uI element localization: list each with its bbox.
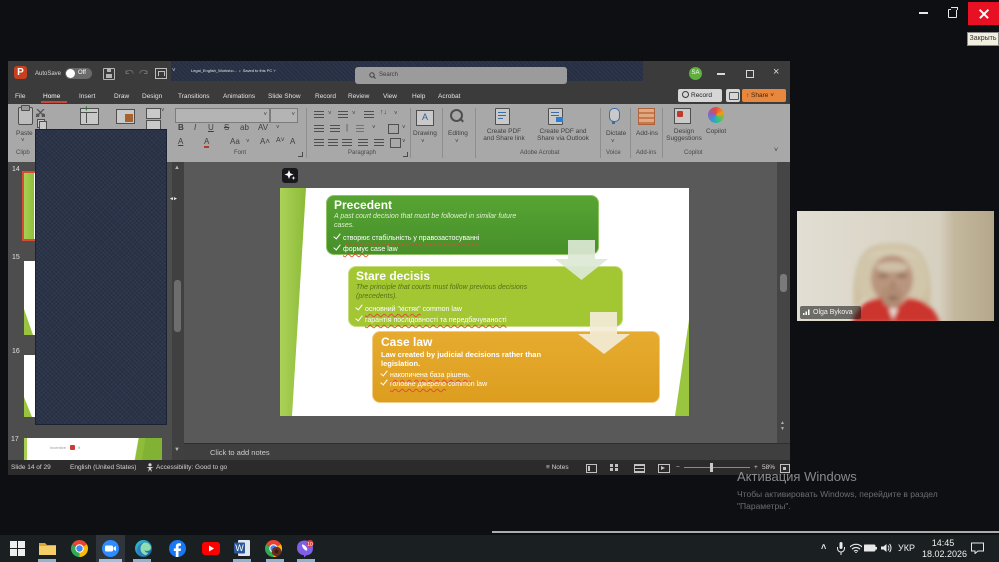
svg-text:10: 10 xyxy=(307,542,313,548)
svg-text:W: W xyxy=(235,543,244,553)
